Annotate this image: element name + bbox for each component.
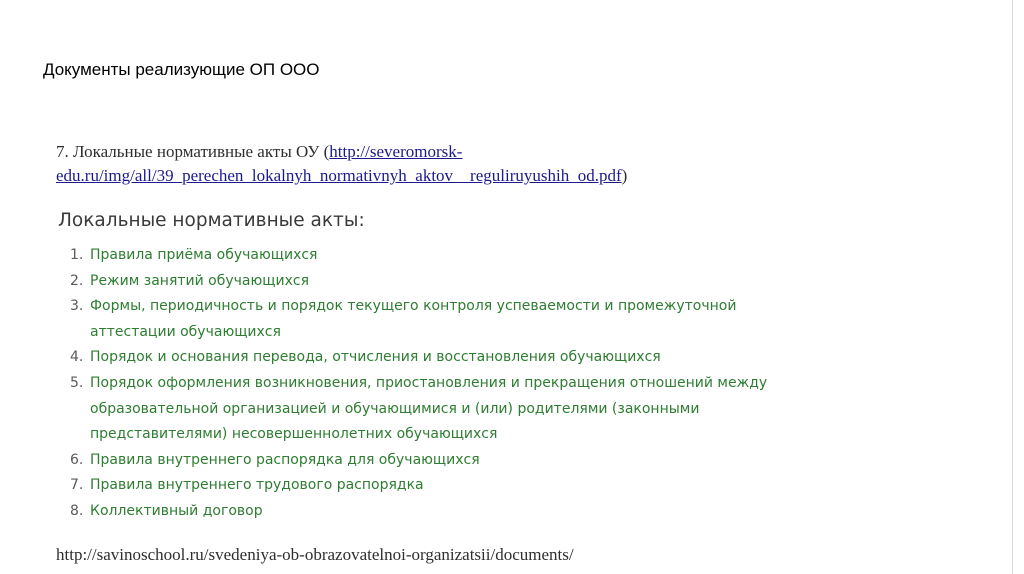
list-item-text: Порядок оформления возникновения, приост… [90, 374, 768, 443]
footer-source-url: http://savinoschool.ru/svedeniya-ob-obra… [56, 545, 574, 564]
list-item-number: 3. [70, 298, 84, 315]
list-item-number: 7. [70, 477, 84, 494]
list-item-text: Порядок и основания перевода, отчисления… [90, 349, 661, 366]
document-link-line2: edu.ru/img/all/39_perechen_lokalnyh_norm… [56, 166, 622, 185]
list-item: 8. Коллективный договор [70, 499, 810, 525]
list-item-number: 5. [70, 374, 84, 391]
list-item-number: 2. [70, 272, 84, 289]
list-item-number: 4. [70, 349, 84, 366]
slide-title: Документы реализующие ОП ООО [43, 60, 320, 79]
slide-right-border [1012, 0, 1013, 574]
list-item-text: Коллективный договор [90, 502, 263, 519]
intro-paragraph: 7. Локальные нормативные акты ОУ (http:/… [56, 140, 776, 188]
list-item-number: 1. [70, 247, 84, 263]
list-item-text: Формы, периодичность и порядок текущего … [90, 298, 737, 340]
list-item: 7. Правила внутреннего трудового распоряд… [70, 473, 810, 499]
list-item: 2. Режим занятий обучающихся [70, 269, 810, 295]
list-item-text: Правила внутреннего распорядка для обуча… [90, 451, 480, 468]
list-item-text: Правила приёма обучающихся [90, 247, 318, 263]
intro-suffix: ) [621, 166, 628, 185]
list-item: 5. Порядок оформления возникновения, прио… [70, 371, 810, 448]
list-item: 6. Правила внутреннего распорядка для обу… [70, 448, 810, 474]
document-link-line1: http://severomorsk- [329, 142, 463, 161]
list-item-number: 6. [70, 451, 84, 468]
intro-prefix: 7. Локальные нормативные акты ОУ ( [56, 142, 330, 161]
list-item: 4. Порядок и основания перевода, отчислен… [70, 345, 810, 371]
list-item-number: 8. [70, 502, 84, 519]
list-item-text: Режим занятий обучающихся [90, 272, 309, 289]
list-item: 1. Правила приёма обучающихся [70, 243, 810, 269]
list-item: 3. Формы, периодичность и порядок текущег… [70, 294, 810, 345]
acts-list: 1. Правила приёма обучающихся 2. Режим зан… [70, 243, 810, 525]
list-item-text: Правила внутреннего трудового распорядка [90, 477, 424, 494]
acts-heading: Локальные нормативные акты: [58, 210, 365, 231]
